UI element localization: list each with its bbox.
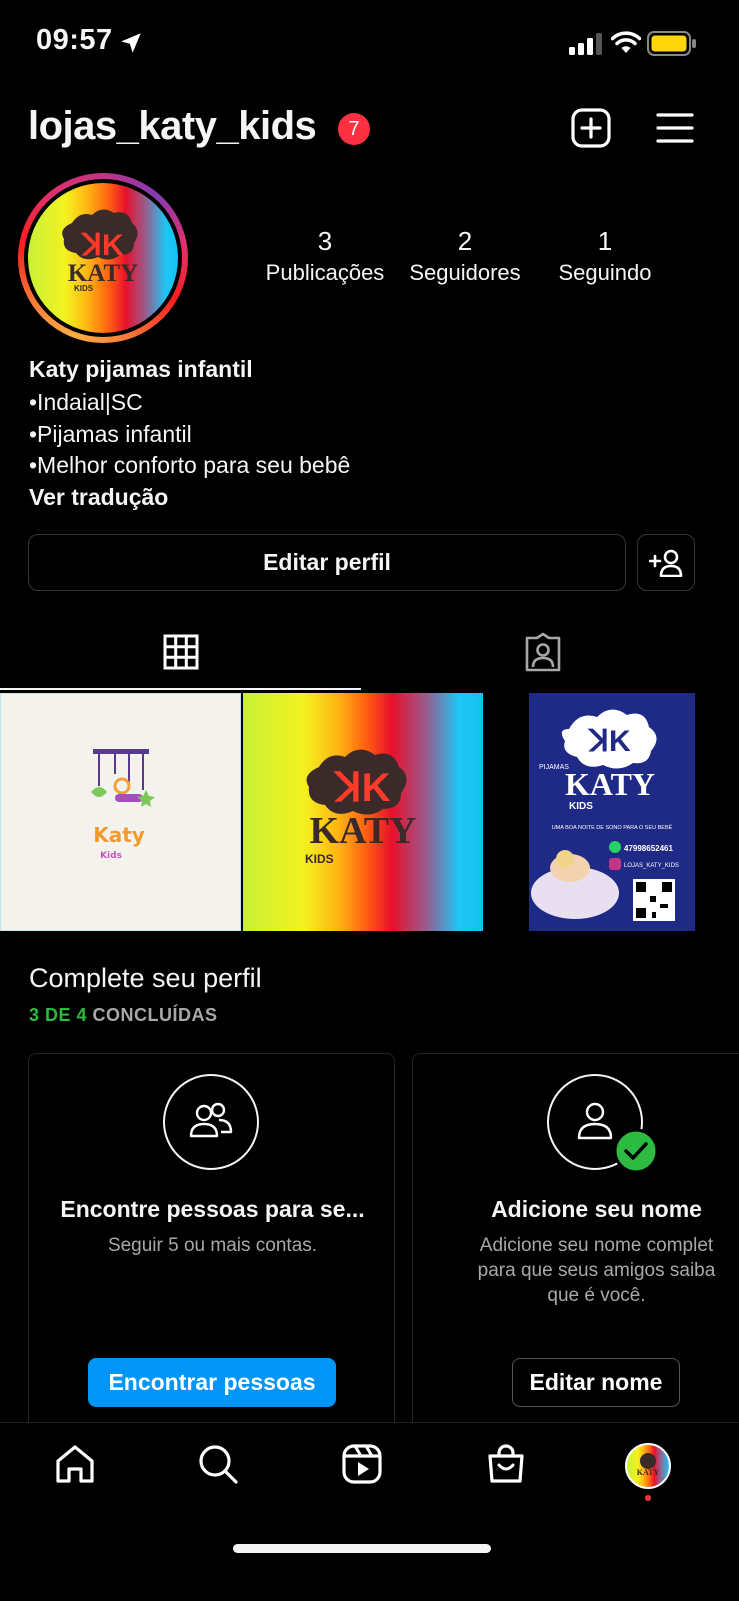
svg-text:ꓘK: ꓘK <box>80 229 124 262</box>
card-icon-circle <box>163 1074 259 1170</box>
svg-text:KATY: KATY <box>310 810 417 852</box>
card-title: Adicione seu nome <box>491 1196 702 1222</box>
following-label[interactable]: Seguindo <box>530 260 680 286</box>
card-title: Encontre pessoas para se... <box>60 1196 365 1222</box>
username-title[interactable]: lojas_katy_kids <box>28 104 317 149</box>
post-thumbnail[interactable]: ꓘK KATY KIDS <box>243 693 483 931</box>
katy-logo-mini: KATY <box>637 1453 660 1477</box>
see-translation-link[interactable]: Ver tradução <box>29 484 168 511</box>
svg-text:KATY: KATY <box>68 260 138 287</box>
card-description: Seguir 5 ou mais contas. <box>107 1235 318 1256</box>
battery-icon <box>647 31 696 56</box>
bio-line: •Melhor conforto para seu bebê <box>29 452 351 478</box>
svg-text:Katy: Katy <box>93 823 145 847</box>
card-description: para que seus amigos saiba <box>477 1260 716 1281</box>
svg-text:47998652461: 47998652461 <box>624 844 673 853</box>
svg-text:KIDS: KIDS <box>305 852 334 866</box>
post-image: Katy Kids <box>91 749 155 861</box>
card-description-clip: Adicione seu nome complet para que seus … <box>413 1233 739 1308</box>
followers-count[interactable]: 2 <box>395 226 535 257</box>
followers-label[interactable]: Seguidores <box>390 260 540 286</box>
shop-icon[interactable] <box>485 1443 527 1485</box>
active-tab-indicator <box>0 688 361 690</box>
post-thumbnail[interactable]: Katy Kids <box>0 693 241 931</box>
edit-name-button[interactable]: Editar nome <box>512 1358 680 1407</box>
svg-text:ꓘK: ꓘK <box>587 725 631 758</box>
home-indicator <box>233 1544 491 1553</box>
svg-text:UMA BOA NOITE DE SONO PARA O S: UMA BOA NOITE DE SONO PARA O SEU BEBÊ <box>552 823 673 831</box>
discover-people-button[interactable] <box>637 534 695 591</box>
card-description: que é você. <box>547 1285 646 1306</box>
home-icon[interactable] <box>54 1443 96 1485</box>
katy-logo-image: ꓘK KATY KIDS <box>62 209 138 293</box>
reels-icon[interactable] <box>341 1443 383 1485</box>
complete-profile-progress: 3 DE 4 CONCLUÍDAS <box>29 1005 218 1026</box>
location-arrow-icon <box>121 33 141 53</box>
svg-text:KATY: KATY <box>637 1468 660 1477</box>
following-count[interactable]: 1 <box>535 226 675 257</box>
post-thumbnail[interactable]: ꓘK PIJAMAS KATY KIDS UMA BOA NOITE DE SO… <box>485 693 739 931</box>
create-post-icon[interactable] <box>571 108 611 148</box>
bio-line: •Pijamas infantil <box>29 421 192 447</box>
grid-tab-icon[interactable] <box>163 634 199 670</box>
menu-icon[interactable] <box>656 112 694 144</box>
svg-text:Kids: Kids <box>100 851 122 861</box>
card-description: Adicione seu nome complet <box>479 1235 714 1256</box>
svg-text:LOJAS_KATY_KIDS: LOJAS_KATY_KIDS <box>624 863 679 869</box>
tagged-tab-icon[interactable] <box>523 632 563 672</box>
find-people-button[interactable]: Encontrar pessoas <box>88 1358 336 1407</box>
post-image: ꓘK PIJAMAS KATY KIDS UMA BOA NOITE DE SO… <box>529 693 695 931</box>
people-icon <box>189 1102 233 1138</box>
post-image: ꓘK KATY KIDS <box>305 749 417 866</box>
profile-tab-avatar[interactable]: KATY <box>625 1443 671 1489</box>
bottom-nav: KATY <box>0 1422 739 1601</box>
svg-text:KIDS: KIDS <box>569 801 593 812</box>
posts-label[interactable]: Publicações <box>250 260 400 286</box>
profile-avatar[interactable]: ꓘK KATY KIDS <box>28 183 178 333</box>
add-name-card: Adicione seu nome Adicione seu nome comp… <box>412 1053 739 1443</box>
svg-text:ꓘK: ꓘK <box>332 766 390 810</box>
bio-line: •Indaial|SC <box>29 389 143 415</box>
complete-profile-title: Complete seu perfil <box>29 963 262 993</box>
check-icon <box>613 1128 659 1174</box>
find-people-card: Encontre pessoas para se... Seguir 5 ou … <box>28 1053 395 1443</box>
add-person-icon <box>649 549 683 577</box>
progress-done: 3 DE 4 <box>29 1005 88 1025</box>
edit-profile-button[interactable]: Editar perfil <box>28 534 626 591</box>
person-icon <box>577 1102 613 1140</box>
profile-name: Katy pijamas infantil <box>29 356 253 382</box>
posts-count[interactable]: 3 <box>255 226 395 257</box>
status-time: 09:57 <box>36 24 113 56</box>
progress-label: CONCLUÍDAS <box>87 1005 218 1025</box>
notification-badge[interactable]: 7 <box>338 113 370 145</box>
wifi-icon <box>611 31 641 53</box>
search-icon[interactable] <box>197 1443 239 1485</box>
svg-text:KATY: KATY <box>565 766 655 802</box>
signal-icon <box>569 33 602 55</box>
svg-text:KIDS: KIDS <box>74 284 94 293</box>
edit-profile-label: Editar perfil <box>263 549 391 575</box>
profile-notification-dot <box>645 1495 651 1501</box>
